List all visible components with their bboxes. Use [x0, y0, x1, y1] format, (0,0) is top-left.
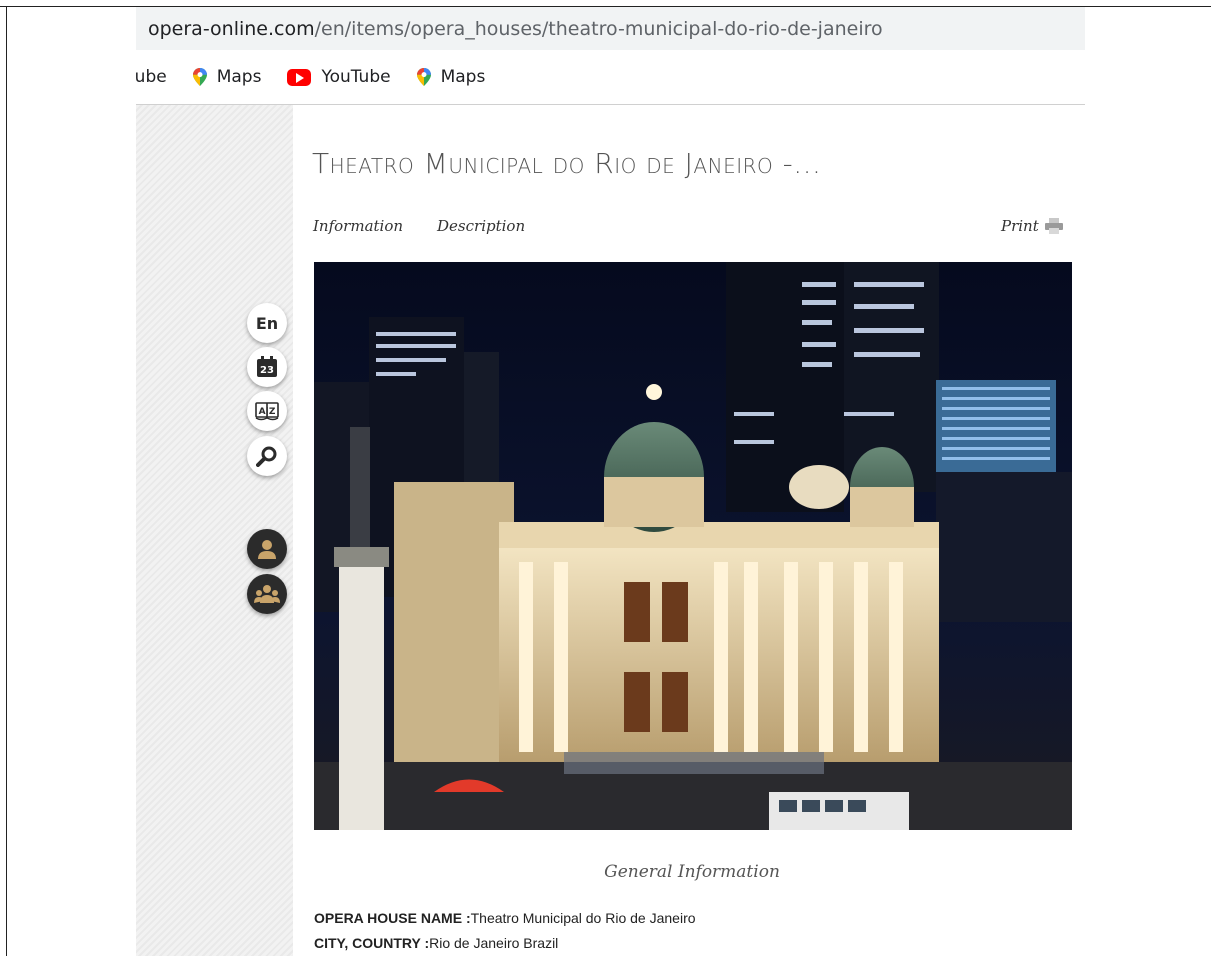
bookmark-youtube[interactable]: YouTube	[287, 67, 391, 87]
bookmark-maps[interactable]: Maps	[416, 67, 486, 87]
opera-house-photo	[314, 262, 1072, 830]
info-label: OPERA HOUSE NAME :	[314, 910, 471, 926]
dictionary-button[interactable]: A|Z	[247, 391, 287, 431]
bookmark-maps[interactable]: Maps	[192, 67, 262, 87]
user-icon	[258, 540, 276, 559]
tab-information[interactable]: Information	[313, 217, 403, 235]
info-city-country: CITY, COUNTRY :Rio de Janeiro Brazil	[314, 935, 558, 951]
info-label: CITY, COUNTRY :	[314, 935, 430, 951]
print-label: Print	[1001, 217, 1039, 235]
print-link[interactable]: Print	[1001, 217, 1063, 235]
url-host: opera-online.com	[148, 17, 315, 40]
user-account-button[interactable]	[247, 529, 287, 569]
calendar-day: 23	[260, 365, 274, 376]
url-path: /en/items/opera_houses/theatro-municipal…	[314, 17, 883, 40]
language-button[interactable]: En	[247, 303, 287, 343]
bookmark-label: YouTube	[321, 67, 391, 87]
bookmark-youtube-partial[interactable]: 'ube	[136, 67, 167, 87]
search-button[interactable]	[247, 436, 287, 476]
maps-icon	[416, 68, 431, 86]
info-value: Theatro Municipal do Rio de Janeiro	[470, 910, 696, 926]
section-title-general-info: General Information	[604, 862, 780, 882]
group-icon	[254, 585, 280, 603]
search-icon	[256, 446, 277, 467]
printer-icon	[1044, 218, 1063, 234]
bookmark-label: Maps	[216, 67, 262, 87]
bookmarks-bar: 'ube Maps YouTube Maps	[136, 50, 1085, 105]
address-bar[interactable]: opera-online.com/en/items/opera_houses/t…	[136, 7, 1085, 50]
bookmark-label: Maps	[440, 67, 486, 87]
bookmark-label: 'ube	[136, 67, 167, 87]
tab-description[interactable]: Description	[437, 217, 525, 235]
dictionary-icon: A|Z	[255, 402, 279, 421]
info-value: Rio de Janeiro Brazil	[429, 935, 559, 951]
calendar-icon: 23	[257, 356, 277, 377]
frame-left-border	[6, 6, 7, 956]
page-title: Theatro Municipal do Rio de Janeiro -...	[312, 147, 822, 180]
community-button[interactable]	[247, 574, 287, 614]
youtube-icon	[287, 68, 312, 86]
language-label: En	[255, 313, 279, 333]
maps-icon	[192, 68, 207, 86]
info-opera-house-name: OPERA HOUSE NAME :Theatro Municipal do R…	[314, 910, 696, 926]
calendar-button[interactable]: 23	[247, 347, 287, 387]
dictionary-label: A|Z	[259, 407, 276, 417]
page-tabs: Information Description	[313, 217, 525, 235]
